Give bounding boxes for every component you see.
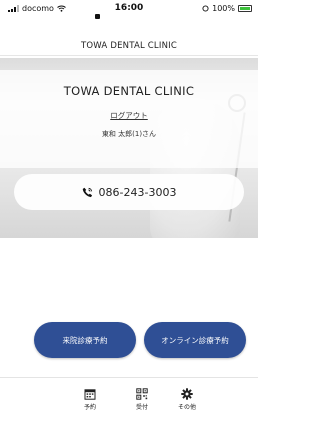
gear-icon: [181, 388, 193, 400]
orientation-lock-icon: [202, 5, 209, 12]
status-right: 100%: [202, 4, 252, 13]
tab-other[interactable]: その他: [167, 388, 207, 411]
user-name: 東和 太郎(1)さん: [101, 130, 157, 138]
battery-percent: 100%: [212, 4, 235, 13]
page-header: TOWA DENTAL CLINIC: [0, 34, 258, 56]
logout-link[interactable]: ログアウト: [0, 110, 258, 121]
tabbar-divider: [0, 377, 258, 378]
tab-checkin-label: 受付: [135, 404, 148, 411]
visit-reservation-button[interactable]: 来院診療予約: [34, 322, 136, 358]
lock-icon: [95, 14, 100, 19]
battery-icon: [238, 5, 252, 12]
tab-checkin[interactable]: 受付: [122, 388, 162, 411]
tab-reserve-label: 予約: [83, 404, 96, 411]
phone-number: 086-243-3003: [98, 185, 177, 199]
visit-reservation-label: 来院診療予約: [62, 335, 108, 345]
phone-icon: [82, 187, 92, 197]
qr-code-icon: [136, 388, 148, 400]
status-bar: docomo 16:00 100%: [0, 0, 258, 28]
tab-bar: 予約 受付 その他: [0, 388, 258, 424]
app-screen: docomo 16:00 100% TOWA DENTAL CLINIC TOW…: [0, 0, 258, 434]
header-title: TOWA DENTAL CLINIC: [81, 41, 177, 51]
online-reservation-button[interactable]: オンライン診療予約: [144, 322, 246, 358]
phone-button[interactable]: 086-243-3003: [14, 174, 244, 210]
calendar-icon: [84, 389, 96, 400]
hero-banner: TOWA DENTAL CLINIC ログアウト 東和 太郎(1)さん 086-…: [0, 58, 258, 238]
tab-other-label: その他: [177, 404, 196, 411]
clinic-name: TOWA DENTAL CLINIC: [63, 84, 195, 98]
online-reservation-label: オンライン診療予約: [161, 335, 229, 345]
tab-reserve[interactable]: 予約: [70, 388, 110, 411]
